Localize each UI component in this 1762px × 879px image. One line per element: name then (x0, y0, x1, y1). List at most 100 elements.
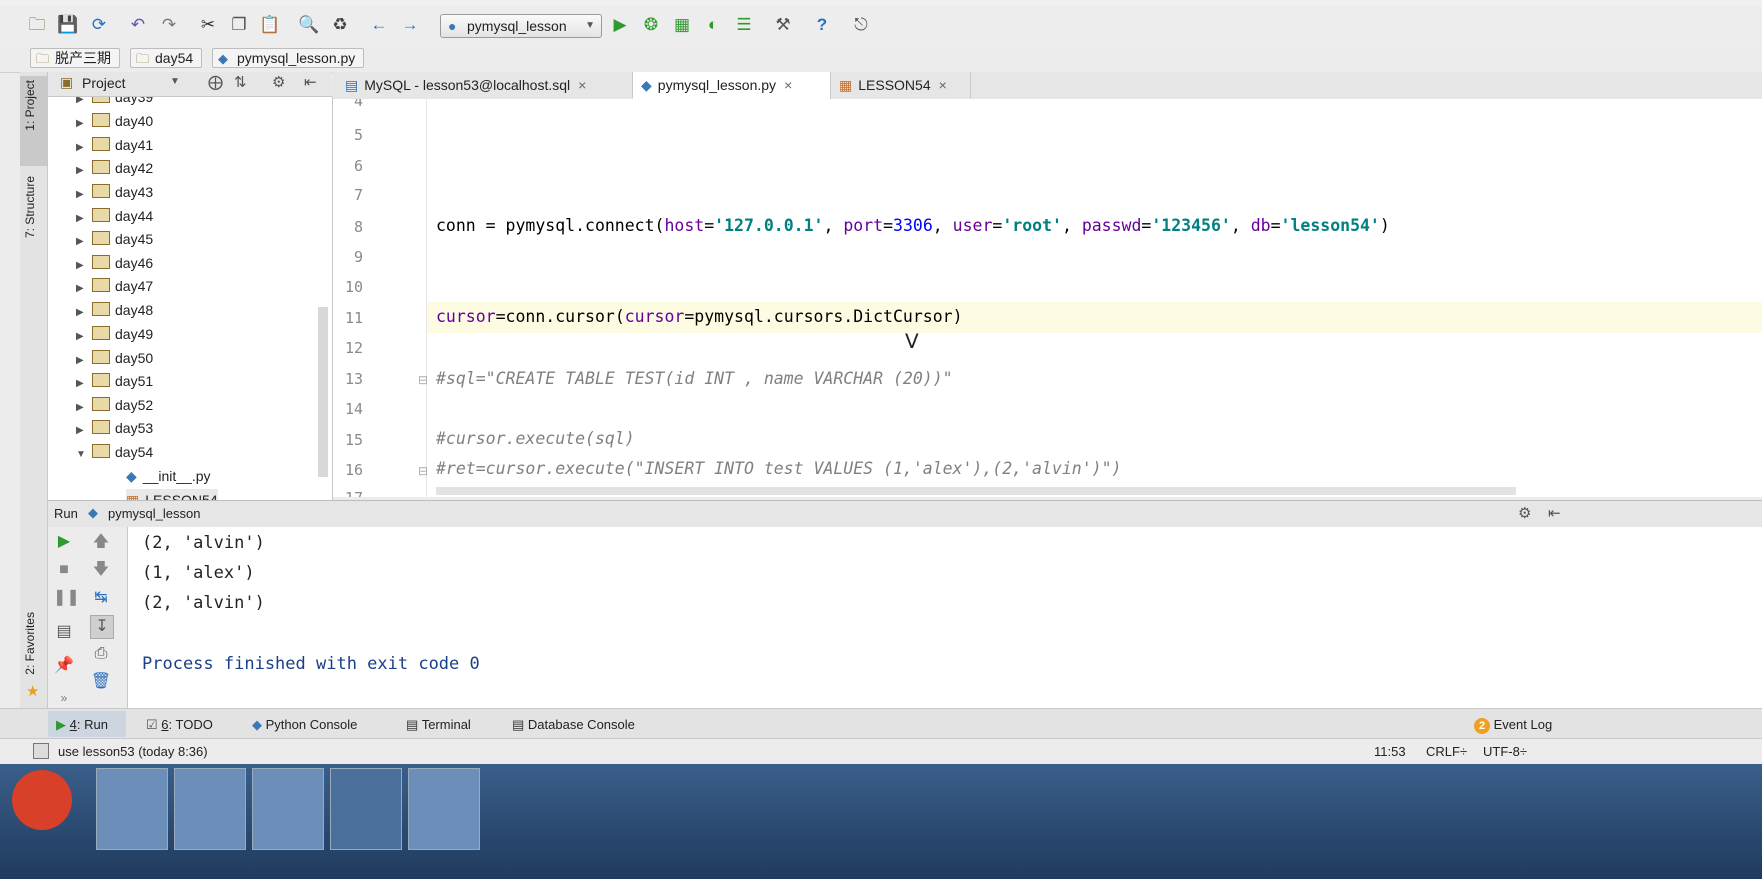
close-icon[interactable]: × (784, 77, 792, 93)
taskbar-app[interactable] (330, 768, 402, 850)
start-icon[interactable] (12, 770, 72, 830)
tab-lesson54[interactable]: ▦ LESSON54 × (831, 72, 971, 98)
scroll-from-source-icon[interactable]: ⨁ (208, 73, 223, 91)
run-tool-button[interactable]: ▶ 4: Run (56, 716, 108, 734)
code-editor[interactable]: 4 5 6 7 8 9 10 11 12 13 14 15 16 17 ⊟ ⊟ … (333, 99, 1762, 497)
project-tool-button[interactable]: 1: Project (23, 80, 37, 131)
event-log-button[interactable]: 2 Event Log (1474, 716, 1552, 734)
forward-icon[interactable]: → (399, 14, 421, 36)
expand-arrow-icon[interactable]: ▶ (76, 184, 92, 206)
redo-icon[interactable]: ↷ (158, 14, 180, 36)
expand-arrow-icon[interactable]: ▶ (76, 255, 92, 277)
tree-item-day52[interactable]: ▶ day52 (76, 394, 153, 416)
fold-marker-icon[interactable]: ⊟ (418, 464, 428, 478)
expand-arrow-icon[interactable]: ▶ (76, 302, 92, 324)
tree-item-day54[interactable]: ▼ day54 (76, 441, 153, 463)
file-encoding[interactable]: UTF-8÷ (1483, 744, 1527, 759)
expand-arrow-icon[interactable]: ▶ (76, 326, 92, 348)
caret-position[interactable]: 11:53 (1374, 744, 1406, 759)
tree-item-day43[interactable]: ▶ day43 (76, 181, 153, 203)
database-console-button[interactable]: ▤ Database Console (512, 716, 635, 734)
taskbar-app[interactable] (96, 768, 168, 850)
tree-item-day53[interactable]: ▶ day53 (76, 417, 153, 439)
more-icon[interactable]: » (53, 687, 75, 709)
collapse-all-icon[interactable]: ⇅ (234, 73, 247, 91)
fold-marker-icon[interactable]: ⊟ (418, 373, 428, 387)
taskbar-app[interactable] (174, 768, 246, 850)
close-icon[interactable]: × (578, 77, 586, 93)
help-icon[interactable]: ? (811, 14, 833, 36)
favorites-tool-button[interactable]: 2: Favorites (23, 612, 37, 675)
print-icon[interactable]: ⎙ (90, 643, 112, 665)
run-config-label[interactable]: pymysql_lesson (108, 506, 201, 521)
run-tasks-icon[interactable]: ☰ (733, 14, 755, 36)
breadcrumb-root[interactable]: 🗀 脱产三期 (30, 48, 120, 68)
pin-icon[interactable]: 📌 (53, 655, 75, 677)
expand-arrow-icon[interactable]: ▶ (76, 160, 92, 182)
cut-icon[interactable]: ✂ (197, 14, 219, 36)
taskbar-app[interactable] (408, 768, 480, 850)
line-separator[interactable]: CRLF÷ (1426, 744, 1467, 759)
tree-item-lesson54[interactable]: ▦ LESSON54 (126, 489, 218, 500)
tab-pymysql-lesson[interactable]: ◆ pymysql_lesson.py × (633, 72, 831, 100)
tree-item-day42[interactable]: ▶ day42 (76, 157, 153, 179)
close-icon[interactable]: × (939, 77, 947, 93)
expand-arrow-icon[interactable]: ▶ (76, 397, 92, 419)
expand-arrow-icon[interactable]: ▶ (76, 231, 92, 253)
expand-arrow-icon[interactable]: ▶ (76, 373, 92, 395)
profile-icon[interactable]: ◐ (702, 14, 724, 36)
todo-tool-button[interactable]: ☑ 6: TODO (146, 716, 213, 734)
tree-scrollbar[interactable] (318, 307, 328, 477)
breadcrumb-file[interactable]: ◆ pymysql_lesson.py (212, 48, 365, 68)
copy-icon[interactable]: ❐ (228, 14, 250, 36)
tab-mysql-lesson53[interactable]: ▤ MySQL - lesson53@localhost.sql × (337, 72, 633, 98)
stop-icon[interactable]: ■ (53, 559, 75, 581)
scroll-to-end-icon[interactable]: ↧ (90, 615, 114, 639)
debug-icon[interactable]: ❂ (640, 14, 662, 36)
find-icon[interactable]: 🔍 (298, 14, 320, 36)
tree-item-day44[interactable]: ▶ day44 (76, 205, 153, 227)
collapse-arrow-icon[interactable]: ▼ (76, 444, 92, 466)
expand-arrow-icon[interactable]: ▶ (76, 420, 92, 442)
coverage-icon[interactable]: ▦ (671, 14, 693, 36)
expand-arrow-icon[interactable]: ▶ (76, 113, 92, 135)
tree-item-day49[interactable]: ▶ day49 (76, 323, 153, 345)
run-console[interactable]: (2, 'alvin') (1, 'alex') (2, 'alvin') Pr… (128, 527, 1762, 708)
clear-all-icon[interactable]: 🗑 (90, 671, 112, 693)
hide-icon[interactable]: ⇤ (1548, 504, 1561, 522)
chevron-down-icon[interactable]: ▼ (170, 76, 180, 87)
settings-icon[interactable]: ⚒ (772, 14, 794, 36)
taskbar-app[interactable] (252, 768, 324, 850)
expand-arrow-icon[interactable]: ▶ (76, 278, 92, 300)
structure-tool-button[interactable]: 7: Structure (23, 176, 37, 238)
tree-item-day39[interactable]: ▶ day39 (76, 97, 153, 108)
run-icon[interactable]: ▶ (609, 14, 631, 36)
tree-item-day48[interactable]: ▶ day48 (76, 299, 153, 321)
tree-item-day51[interactable]: ▶ day51 (76, 370, 153, 392)
expand-arrow-icon[interactable]: ▶ (76, 350, 92, 372)
up-arrow-icon[interactable]: 🡅 (90, 531, 112, 553)
pause-icon[interactable]: ❚❚ (53, 587, 80, 609)
run-configuration-select[interactable]: ● pymysql_lesson ▼ (440, 14, 602, 38)
project-view-select[interactable]: Project (82, 75, 126, 91)
back-icon[interactable]: ← (368, 14, 390, 36)
soft-wrap-icon[interactable]: ↹ (90, 587, 112, 609)
vcs-icon[interactable]: ⎋ (850, 14, 872, 36)
tree-item-day47[interactable]: ▶ day47 (76, 275, 153, 297)
tree-item-day41[interactable]: ▶ day41 (76, 134, 153, 156)
gear-icon[interactable]: ⚙ (1518, 504, 1531, 522)
toggle-tool-windows-icon[interactable] (33, 743, 49, 759)
expand-arrow-icon[interactable]: ▶ (76, 97, 92, 111)
down-arrow-icon[interactable]: 🡇 (90, 559, 112, 581)
python-console-button[interactable]: ◆ Python Console (252, 716, 357, 734)
layout-icon[interactable]: ▤ (53, 621, 75, 643)
save-all-icon[interactable]: 💾 (57, 14, 79, 36)
sync-icon[interactable]: ⟳ (88, 14, 110, 36)
replace-icon[interactable]: ♻ (329, 14, 351, 36)
expand-arrow-icon[interactable]: ▶ (76, 208, 92, 230)
expand-arrow-icon[interactable]: ▶ (76, 137, 92, 159)
editor-hscrollbar[interactable] (436, 487, 1516, 495)
tree-item-init-py[interactable]: ◆ __init__.py (126, 465, 211, 487)
gear-icon[interactable]: ⚙ (272, 73, 285, 91)
breadcrumb-day54[interactable]: 🗀 day54 (130, 48, 203, 68)
